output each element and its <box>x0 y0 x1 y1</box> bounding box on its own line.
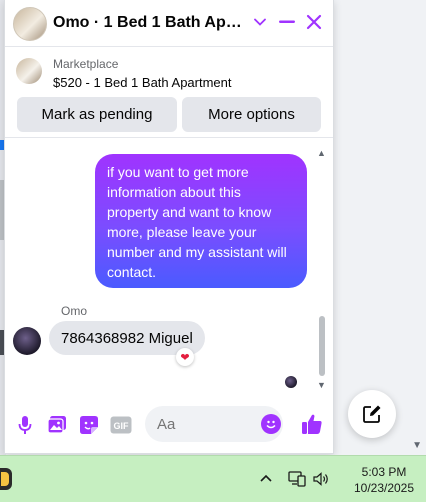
taskbar-clock[interactable]: 5:03 PM 10/23/2025 <box>352 464 416 496</box>
page-scrollbar-track[interactable] <box>404 0 426 460</box>
page-scroll-down-icon[interactable]: ▼ <box>412 440 422 451</box>
close-icon[interactable] <box>302 10 326 34</box>
mark-as-pending-button[interactable]: Mark as pending <box>17 97 177 132</box>
thumbs-up-icon[interactable] <box>300 412 324 436</box>
listing-thumbnail[interactable] <box>16 58 42 84</box>
compose-icon <box>363 405 381 423</box>
chat-title[interactable]: Omo · 1 Bed 1 Bath Apart... <box>53 14 248 32</box>
scroll-down-icon[interactable]: ▼ <box>317 380 326 390</box>
incoming-sender-name: Omo <box>61 304 88 318</box>
chat-window: Omo · 1 Bed 1 Bath Apart... Marketplace … <box>4 0 334 454</box>
listing-title[interactable]: $520 - 1 Bed 1 Bath Apartment <box>53 75 232 90</box>
taskbar-app-icon[interactable] <box>0 468 12 490</box>
listing-source: Marketplace <box>53 57 119 71</box>
more-options-button[interactable]: More options <box>182 97 321 132</box>
show-hidden-icons-chevron-icon[interactable] <box>258 470 274 486</box>
gif-icon[interactable]: GIF <box>110 414 132 436</box>
thread-scrollbar[interactable]: ▲ ▼ <box>317 148 327 392</box>
chat-header: Omo · 1 Bed 1 Bath Apart... <box>5 0 333 47</box>
windows-taskbar: 5:03 PM 10/23/2025 <box>0 455 426 502</box>
listing-avatar[interactable] <box>13 7 47 41</box>
clock-date: 10/23/2025 <box>353 481 415 495</box>
message-thread: if you want to get more information abou… <box>5 138 333 400</box>
microphone-icon[interactable] <box>14 414 36 436</box>
outgoing-message-bubble[interactable]: if you want to get more information abou… <box>95 154 307 288</box>
chevron-down-icon[interactable] <box>248 10 272 34</box>
scroll-up-icon[interactable]: ▲ <box>317 148 326 158</box>
network-icon[interactable] <box>288 470 306 488</box>
seen-receipt-avatar <box>285 376 297 388</box>
new-message-button[interactable] <box>348 390 396 438</box>
scrollbar-thumb[interactable] <box>319 316 325 376</box>
minimize-icon[interactable] <box>275 10 299 34</box>
svg-text:GIF: GIF <box>114 421 130 431</box>
marketplace-listing-panel: Marketplace $520 - 1 Bed 1 Bath Apartmen… <box>5 47 333 138</box>
emoji-icon[interactable] <box>261 414 281 434</box>
volume-icon[interactable] <box>312 470 330 488</box>
heart-reaction-icon[interactable]: ❤ <box>176 348 194 366</box>
sticker-icon[interactable] <box>78 414 100 436</box>
clock-time: 5:03 PM <box>361 465 407 479</box>
sender-avatar[interactable] <box>13 327 41 355</box>
message-composer: GIF <box>5 400 333 453</box>
photo-icon[interactable] <box>46 414 68 436</box>
